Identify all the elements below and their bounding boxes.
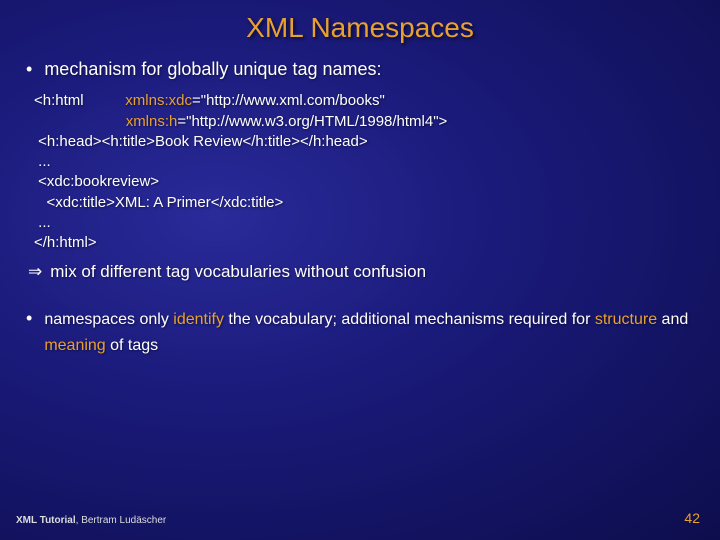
arrow-icon: ⇒ xyxy=(28,261,42,283)
code-l6: <xdc:title>XML: A Primer</xdc:title> xyxy=(34,194,283,211)
code-l5: <xdc:bookreview> xyxy=(34,173,159,190)
code-example: <h:html xmlns:xdc="http://www.xml.com/bo… xyxy=(26,87,694,257)
bullet-dot: • xyxy=(26,58,32,81)
arrow-row: ⇒ mix of different tag vocabularies with… xyxy=(26,261,694,283)
footer: XML Tutorial, Bertram Ludäscher xyxy=(16,515,166,526)
code-l1a: <h:html xyxy=(34,92,84,109)
b2-post: of tags xyxy=(106,337,158,354)
footer-bold: XML Tutorial xyxy=(16,515,76,526)
arrow-text: mix of different tag vocabularies withou… xyxy=(50,261,426,283)
bullet-2: • namespaces only identify the vocabular… xyxy=(26,307,694,358)
b2-pre: namespaces only xyxy=(44,311,173,328)
b2-hl3: meaning xyxy=(44,337,105,354)
slide-title: XML Namespaces xyxy=(0,0,720,44)
code-l7: ... xyxy=(34,214,51,231)
code-l3: <h:head><h:title>Book Review</h:title></… xyxy=(34,133,368,150)
code-l1b-hl: xmlns:xdc xyxy=(125,92,192,109)
bullet-dot: • xyxy=(26,307,32,330)
code-l2a-hl: xmlns:h xyxy=(126,113,178,130)
b2-mid2: and xyxy=(657,311,688,328)
bullet-2-text: namespaces only identify the vocabulary;… xyxy=(44,307,694,358)
slide-content: • mechanism for globally unique tag name… xyxy=(0,44,720,359)
code-l8: </h:html> xyxy=(34,234,97,251)
code-l1c: ="http://www.xml.com/books" xyxy=(192,92,385,109)
code-l2b: ="http://www.w3.org/HTML/1998/html4"> xyxy=(177,113,447,130)
b2-hl1: identify xyxy=(173,311,224,328)
footer-rest: , Bertram Ludäscher xyxy=(76,515,167,526)
b2-mid1: the vocabulary; additional mechanisms re… xyxy=(224,311,595,328)
code-l4: ... xyxy=(34,153,51,170)
page-number: 42 xyxy=(684,510,700,526)
b2-hl2: structure xyxy=(595,311,657,328)
bullet-1: • mechanism for globally unique tag name… xyxy=(26,58,694,81)
bullet-1-text: mechanism for globally unique tag names: xyxy=(44,58,381,81)
